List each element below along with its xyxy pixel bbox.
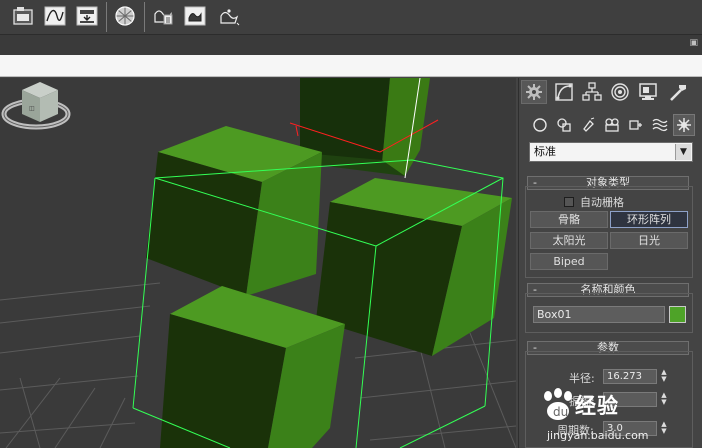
rendered-frame-icon[interactable]: [182, 3, 208, 29]
motion-tab-icon[interactable]: [607, 80, 633, 104]
ribbon-panel: [0, 55, 702, 77]
sunlight-button[interactable]: 太阳光: [530, 232, 608, 249]
radius-spinner[interactable]: ▲ ▼: [659, 369, 669, 384]
viewport-scene: [0, 78, 516, 448]
ribbon-bar: ▣: [0, 35, 702, 55]
object-name-field[interactable]: Box01: [533, 306, 665, 323]
command-panel-tabs: [519, 78, 702, 106]
watermark-brand: 经验: [575, 394, 619, 418]
ring-array-button[interactable]: 环形阵列: [610, 211, 688, 228]
bones-button[interactable]: 骨骼: [530, 211, 608, 228]
render-icon[interactable]: [216, 3, 242, 29]
material-editor-icon[interactable]: [112, 3, 138, 29]
geometry-category-icon[interactable]: [529, 114, 551, 136]
radius-label: 半径:: [569, 372, 595, 385]
watermark-url: jingyan.baidu.com: [547, 429, 649, 442]
box-right: [316, 178, 512, 356]
create-category-row: [527, 114, 697, 136]
utilities-tab-icon[interactable]: [665, 80, 691, 104]
watermark: du 经验 jingyan.baidu.com: [539, 385, 699, 447]
systems-category-icon[interactable]: [673, 114, 695, 136]
main-toolbar: [0, 0, 702, 35]
svg-text:du: du: [553, 405, 568, 419]
subcategory-dropdown[interactable]: 标准 ▼: [529, 142, 693, 162]
lights-category-icon[interactable]: [577, 114, 599, 136]
autogrid-label: 自动栅格: [580, 196, 624, 209]
svg-text:◫: ◫: [29, 105, 35, 112]
daylight-button[interactable]: 日光: [610, 232, 688, 249]
toolbar-separator: [144, 2, 145, 32]
cameras-category-icon[interactable]: [601, 114, 623, 136]
schematic-view-icon[interactable]: [74, 3, 100, 29]
create-tab-icon[interactable]: [521, 80, 547, 104]
display-tab-icon[interactable]: [635, 80, 661, 104]
baidu-paw-logo: du: [544, 388, 572, 420]
dropdown-arrow-icon[interactable]: ▼: [675, 144, 691, 160]
hierarchy-tab-icon[interactable]: [579, 80, 605, 104]
helpers-category-icon[interactable]: [625, 114, 647, 136]
space-warps-category-icon[interactable]: [649, 114, 671, 136]
modify-tab-icon[interactable]: [551, 80, 577, 104]
radius-field[interactable]: 16.273: [603, 369, 657, 384]
render-setup-icon[interactable]: [150, 3, 176, 29]
layer-manager-icon[interactable]: [10, 3, 36, 29]
ribbon-expand-icon[interactable]: ▣: [689, 38, 698, 48]
shapes-category-icon[interactable]: [553, 114, 575, 136]
subcategory-value: 标准: [534, 145, 556, 158]
object-color-swatch[interactable]: [669, 306, 686, 323]
viewcube-icon[interactable]: ◫: [0, 78, 72, 130]
object-type-rollout: 自动栅格 骨骼 环形阵列 太阳光 日光 Biped: [525, 186, 693, 278]
box-upper-left: [146, 126, 322, 296]
perspective-viewport[interactable]: ◫: [0, 78, 516, 448]
toolbar-separator: [106, 2, 107, 32]
curve-editor-icon[interactable]: [42, 3, 68, 29]
biped-button[interactable]: Biped: [530, 253, 608, 270]
autogrid-checkbox[interactable]: [564, 197, 574, 207]
